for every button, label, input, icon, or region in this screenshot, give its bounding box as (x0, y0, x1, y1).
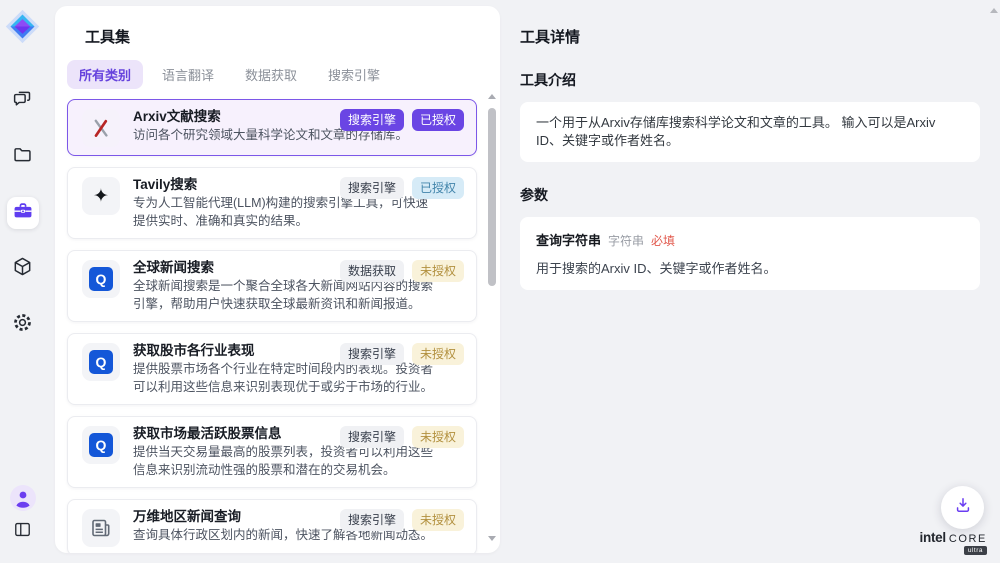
param-type: 字符串 (608, 232, 644, 249)
tool-description: 全球新闻搜索是一个聚合全球各大新闻网站内容的搜索引擎，帮助用户快速获取全球最新资… (133, 278, 435, 313)
tool-badges: 数据获取 未授权 (340, 260, 464, 282)
newspaper-icon (82, 509, 120, 547)
intro-heading: 工具介绍 (520, 70, 980, 90)
category-badge: 搜索引擎 (340, 426, 404, 448)
sidebar-item-toolbox[interactable] (7, 197, 39, 229)
rail-nav (7, 85, 39, 341)
brand-intel-text: intel (920, 530, 946, 545)
param-list: 查询字符串 字符串 必填 用于搜索的Arxiv ID、关键字或作者姓名。 (520, 217, 980, 290)
intro-card: 一个用于从Arxiv存储库搜索科学论文和文章的工具。 输入可以是Arxiv ID… (520, 102, 980, 162)
sidebar-item-chat[interactable] (7, 85, 39, 117)
category-tab[interactable]: 搜索引擎 (316, 60, 392, 89)
category-badge: 搜索引擎 (340, 343, 404, 365)
tool-badges: 搜索引擎 未授权 (340, 509, 464, 531)
tool-list: Arxiv文献搜索 访问各个研究领域大量科学论文和文章的存储库。 搜索引擎 已授… (67, 99, 477, 553)
collapse-panel-icon[interactable] (13, 520, 32, 539)
param-required-badge: 必填 (651, 232, 675, 249)
q-search-icon: Q (82, 426, 120, 464)
tool-card[interactable]: Q 获取市场最活跃股票信息 提供当天交易量最高的股票列表，投资者可以利用这些信息… (67, 416, 477, 488)
auth-status-badge: 已授权 (412, 177, 464, 199)
rail-bottom (10, 485, 36, 539)
scroll-down-icon[interactable] (488, 536, 496, 541)
tool-card[interactable]: Arxiv文献搜索 访问各个研究领域大量科学论文和文章的存储库。 搜索引擎 已授… (67, 99, 477, 156)
tool-description: 提供股票市场各个行业在特定时间段内的表现。投资者可以利用这些信息来识别表现优于或… (133, 361, 435, 396)
tool-card[interactable]: Q 获取股市各行业表现 提供股票市场各个行业在特定时间段内的表现。投资者可以利用… (67, 333, 477, 405)
category-tab[interactable]: 数据获取 (233, 60, 309, 89)
tool-badges: 搜索引擎 未授权 (340, 426, 464, 448)
param-description: 用于搜索的Arxiv ID、关键字或作者姓名。 (536, 258, 964, 277)
tool-description: 专为人工智能代理(LLM)构建的搜索引擎工具，可快速提供实时、准确和真实的结果。 (133, 195, 435, 230)
chat-icon (12, 88, 33, 114)
list-scrollbar[interactable] (487, 92, 497, 543)
intel-core-logo: intel core ultra (920, 530, 987, 555)
gear-icon (12, 312, 33, 338)
category-badge: 搜索引擎 (340, 509, 404, 531)
tool-card[interactable]: 万维地区新闻查询 查询具体行政区划内的新闻，快速了解各地新闻动态。 搜索引擎 未… (67, 499, 477, 553)
auth-status-badge: 未授权 (412, 343, 464, 365)
tool-card[interactable]: Q 全球新闻搜索 全球新闻搜索是一个聚合全球各大新闻网站内容的搜索引擎，帮助用户… (67, 250, 477, 322)
tool-badges: 搜索引擎 未授权 (340, 343, 464, 365)
scrollbar-thumb[interactable] (488, 108, 496, 286)
auth-status-badge: 未授权 (412, 509, 464, 531)
auth-status-badge: 未授权 (412, 260, 464, 282)
category-tab[interactable]: 所有类别 (67, 60, 143, 89)
arxiv-icon (82, 109, 120, 147)
detail-title: 工具详情 (520, 26, 980, 47)
tools-panel: 工具集 所有类别 语言翻译 数据获取 搜索引擎 Arxiv文献搜索 访问各个研究… (55, 6, 500, 553)
category-badge: 搜索引擎 (340, 177, 404, 199)
tool-badges: 搜索引擎 已授权 (340, 177, 464, 199)
page-title: 工具集 (85, 26, 500, 47)
page-scroll-up-icon[interactable] (990, 8, 998, 13)
tool-badges: 搜索引擎 已授权 (340, 109, 464, 131)
toolbox-icon (12, 200, 34, 227)
sidebar-item-files[interactable] (7, 141, 39, 173)
brand-core-text: core (949, 533, 987, 545)
category-badge: 数据获取 (340, 260, 404, 282)
auth-status-badge: 未授权 (412, 426, 464, 448)
parameter-card: 查询字符串 字符串 必填 用于搜索的Arxiv ID、关键字或作者姓名。 (520, 217, 980, 290)
user-avatar[interactable] (10, 485, 36, 511)
q-search-icon: Q (82, 260, 120, 298)
cube-icon (12, 256, 33, 282)
q-search-icon: Q (82, 343, 120, 381)
sidebar-item-settings[interactable] (7, 309, 39, 341)
sidebar-item-models[interactable] (7, 253, 39, 285)
tool-description: 提供当天交易量最高的股票列表，投资者可以利用这些信息来识别流动性强的股票和潜在的… (133, 444, 435, 479)
params-heading: 参数 (520, 185, 980, 205)
brand-ultra-badge: ultra (964, 546, 987, 555)
auth-status-badge: 已授权 (412, 109, 464, 131)
download-icon (953, 495, 973, 520)
category-tab[interactable]: 语言翻译 (150, 60, 226, 89)
app-logo-icon (4, 7, 42, 45)
download-button[interactable] (941, 486, 984, 529)
param-name: 查询字符串 (536, 230, 601, 249)
tool-card[interactable]: ✦ Tavily搜索 专为人工智能代理(LLM)构建的搜索引擎工具，可快速提供实… (67, 167, 477, 239)
category-tabs: 所有类别 语言翻译 数据获取 搜索引擎 (67, 60, 500, 89)
tavily-icon: ✦ (82, 177, 120, 215)
tool-detail-panel: 工具详情 工具介绍 一个用于从Arxiv存储库搜索科学论文和文章的工具。 输入可… (500, 0, 1000, 563)
nav-rail (0, 0, 55, 563)
scroll-up-icon[interactable] (488, 94, 496, 99)
folder-icon (12, 144, 33, 170)
category-badge: 搜索引擎 (340, 109, 404, 131)
